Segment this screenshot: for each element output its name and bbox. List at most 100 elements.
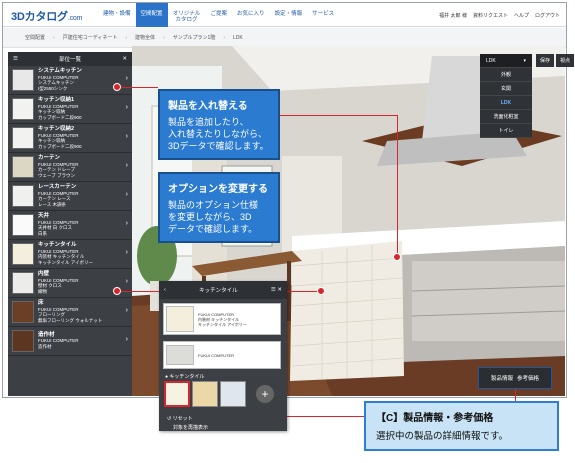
tile-swatch-selected[interactable] — [164, 381, 190, 407]
sidebar-item-ceiling[interactable]: 天井 FUKUI COMPUTER 天井材 白 クロス 白系 › — [8, 211, 132, 240]
view-menu-item[interactable]: 玄関 — [480, 82, 532, 96]
product-card-text: FUKUI COMPUTER 内装材 キッチンタイル キッチンタイル アイボリー — [198, 312, 247, 327]
logo-suffix: .com — [67, 15, 83, 22]
view-menu-item-selected[interactable]: LDK — [480, 96, 532, 110]
view-buttons: 保存 視点 — [536, 54, 575, 67]
sidebar-item-kitchen-tile[interactable]: キッチンタイル FUKUI COMPUTER 内装材 キッチンタイル キッチンタイル … — [8, 240, 132, 269]
callout-body: 選択中の製品の詳細情報です。 — [376, 431, 509, 442]
product-card-text: FUKUI COMPUTER — [198, 353, 234, 358]
sidebar-item-lace-curtain[interactable]: レースカーテン FUKUI COMPUTER カーテン レース レース 木調条 › — [8, 182, 132, 211]
product-thumbnail — [12, 185, 34, 207]
product-thumbnail — [12, 301, 34, 323]
sidebar-title: 部位一覧 — [59, 57, 82, 63]
nav-item-proposal[interactable]: ご提案 — [206, 3, 233, 27]
sidebar-item-woodwork[interactable]: 造作材 FUKUI COMPUTER 造作材 › — [8, 327, 132, 356]
option-product-card[interactable]: FUKUI COMPUTER — [163, 341, 281, 369]
option-product-card[interactable]: FUKUI COMPUTER 内装材 キッチンタイル キッチンタイル アイボリー — [163, 303, 281, 335]
reference-price-label: 参考価格 — [517, 376, 540, 382]
product-info-price-button[interactable]: 製品情報 参考価格 — [478, 367, 552, 389]
chevron-right-icon: › — [125, 191, 128, 198]
view-menu-header[interactable]: LDK ▾ — [480, 54, 532, 68]
product-thumbnail — [12, 156, 34, 178]
breadcrumb: 空間配置 › 戸建住宅コーディネート › 建物全体 › サンプルプラン1階 › LDK — [3, 28, 566, 48]
connector-line — [118, 87, 158, 88]
product-name: キッチンタイル アイボリー — [198, 321, 247, 327]
chevron-right-icon: › — [125, 104, 128, 111]
site-logo[interactable]: 3Dカタログ.com — [11, 8, 82, 24]
sidebar-item-floor[interactable]: 床 FUKUI COMPUTER フローリング 無垢フローリング ウォルナット › — [8, 298, 132, 327]
list-icon[interactable]: ☰ — [271, 287, 276, 293]
view-menu-item[interactable]: 洗面化粧室 — [480, 110, 532, 124]
help-link[interactable]: ヘルプ — [514, 12, 529, 19]
nav-item-original-catalog[interactable]: オリジナルカタログ — [168, 3, 206, 27]
breadcrumb-item[interactable]: 戸建住宅コーディネート — [63, 34, 118, 41]
sidebar-item-text: レースカーテン FUKUI COMPUTER カーテン レース レース 木調条 — [38, 184, 128, 207]
option-panel-title: キッチンタイル — [199, 288, 238, 294]
breadcrumb-separator: › — [223, 34, 226, 41]
option-panel-header: ‹ キッチンタイル ☰ ✕ — [159, 281, 287, 299]
view-menu-title: LDK — [486, 57, 496, 64]
view-menu: LDK ▾ 外観 玄関 LDK 洗面化粧室 トイレ — [480, 54, 532, 138]
view-menu-item[interactable]: 外観 — [480, 68, 532, 82]
sidebar-item-product: カップボード二段900 — [38, 114, 82, 120]
sidebar-item-product: カップボード二段900 — [38, 143, 82, 149]
product-thumbnail — [12, 272, 34, 294]
close-icon[interactable]: ✕ — [122, 56, 127, 62]
callout-replace-products: 製品を入れ替える 製品を追加したり、 入れ替えたりしながら、 3Dデータで確認し… — [158, 89, 280, 160]
nav-item-layout[interactable]: 空間配置 — [135, 3, 168, 27]
product-thumbnail — [166, 345, 194, 365]
breadcrumb-item[interactable]: 空間配置 — [25, 34, 45, 41]
sidebar-item-product: 白系 — [38, 230, 47, 236]
marker-dot — [317, 287, 325, 295]
breadcrumb-item: LDK — [233, 34, 243, 41]
product-thumbnail — [12, 98, 34, 120]
chevron-right-icon: › — [125, 162, 128, 169]
user-name: 福井 太郎 様 — [439, 13, 467, 19]
marker-dot — [113, 83, 121, 91]
viewpoint-button[interactable]: 視点 — [556, 54, 575, 67]
breadcrumb-item[interactable]: サンプルプラン1階 — [173, 34, 216, 41]
request-link[interactable]: 資料リクエスト — [473, 12, 508, 19]
callout-line: データで確認します。 — [168, 224, 258, 234]
option-section-label: ● キッチンタイル — [165, 374, 205, 380]
breadcrumb-item[interactable]: 建物全体 — [135, 34, 155, 41]
connector-line — [397, 115, 398, 257]
callout-body: 製品のオプション仕様 を変更しながら、3D データで確認します。 — [168, 199, 270, 235]
marker-dot — [393, 253, 401, 261]
add-option-button[interactable]: + — [256, 385, 274, 403]
chevron-right-icon: › — [125, 336, 128, 343]
sidebar-item-curtain[interactable]: カーテン FUKUI COMPUTER カーテン ドレープ ウェーブ ブラウン › — [8, 153, 132, 182]
sidebar-header: ☰ 部位一覧 ✕ — [8, 52, 132, 66]
tile-swatch[interactable] — [192, 381, 218, 407]
connector-line — [287, 291, 321, 292]
callout-product-info: 【C】製品情報・参考価格 選択中の製品の詳細情報です。 — [364, 401, 559, 451]
close-icon[interactable]: ✕ — [277, 287, 282, 293]
connector-line — [118, 291, 160, 292]
view-menu-item[interactable]: トイレ — [480, 124, 532, 138]
sidebar-item-system-kitchen[interactable]: システムキッチン FUKUI COMPUTER システムキッチン I型2550シンク … — [8, 66, 132, 95]
logo-text: 3Dカタログ — [11, 11, 68, 23]
sidebar-item-kitchen-storage-1[interactable]: キッチン収納1 FUKUI COMPUTER キッチン収納 カップボード二段900 › — [8, 95, 132, 124]
nav-item-buildings[interactable]: 建物・設備 — [98, 3, 136, 27]
logout-link[interactable]: ログアウト — [535, 12, 560, 19]
redraw-button[interactable]: 対象を再描表示 — [173, 424, 208, 431]
callout-line: 製品を追加したり、 — [168, 117, 249, 127]
product-thumbnail — [12, 127, 34, 149]
nav-item-settings[interactable]: 設定・情報 — [270, 3, 308, 27]
callout-line: 入れ替えたりしながら、 — [168, 129, 268, 139]
sidebar-item-text: キッチンタイル FUKUI COMPUTER 内装材 キッチンタイル キッチンタイル … — [38, 242, 128, 265]
connector-line — [279, 115, 397, 116]
sidebar-item-text: 床 FUKUI COMPUTER フローリング 無垢フローリング ウォルナット — [38, 300, 128, 323]
menu-icon[interactable]: ☰ — [13, 56, 18, 62]
product-thumbnail — [12, 243, 34, 265]
nav-item-favorites[interactable]: お気に入り — [232, 3, 270, 27]
chevron-left-icon[interactable]: ‹ — [164, 287, 166, 293]
product-thumbnail — [166, 306, 194, 332]
parts-sidebar: ☰ 部位一覧 ✕ システムキッチン FUKUI COMPUTER システムキッチン I… — [8, 52, 132, 396]
tile-swatch[interactable] — [220, 381, 246, 407]
chevron-right-icon: › — [125, 133, 128, 140]
reset-label[interactable]: ↺ リセット — [167, 415, 193, 422]
nav-item-service[interactable]: サービス — [307, 3, 339, 27]
sidebar-item-kitchen-storage-2[interactable]: キッチン収納2 FUKUI COMPUTER キッチン収納 カップボード二段900 › — [8, 124, 132, 153]
save-button[interactable]: 保存 — [536, 54, 555, 67]
